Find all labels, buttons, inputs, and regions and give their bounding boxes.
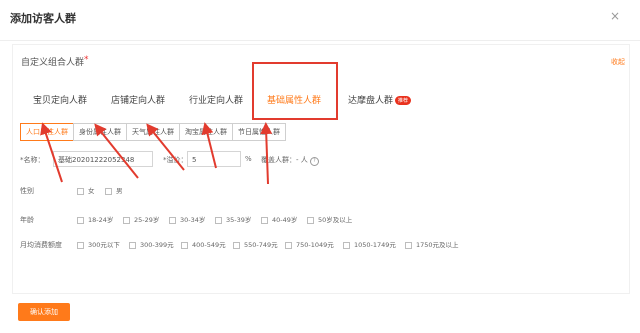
tab-shop-targeting[interactable]: 店铺定向人群 [111,93,165,106]
subtab-holiday[interactable]: 节日属性人群 [232,123,286,141]
checkbox-icon[interactable] [343,241,350,249]
annotation-highlight-box [252,62,338,120]
premium-label: *溢价： [163,156,188,164]
spend-label: 月均消费额度 [20,241,62,249]
tab-damo-pan-label: 达摩盘人群 [348,96,394,106]
combo-title: 自定义组合人群* [21,55,89,68]
option-label: 300元以下 [88,241,120,249]
required-mark: * [84,55,89,65]
age-option-6[interactable]: 50岁及以上 [307,214,352,224]
option-label: 1750元及以上 [416,241,459,249]
modal-header: 添加访客人群 × [0,0,640,41]
option-label: 750-1049元 [296,241,334,249]
option-label: 35-39岁 [226,216,252,224]
tab-item-targeting[interactable]: 宝贝定向人群 [33,93,87,106]
age-option-5[interactable]: 40-49岁 [261,214,297,224]
collapse-link[interactable]: 收起 [611,57,625,67]
age-option-3[interactable]: 30-34岁 [169,214,205,224]
premium-suffix: % [245,155,252,163]
option-label: 40-49岁 [272,216,298,224]
option-label: 300-399元 [140,241,174,249]
tab-damo-pan[interactable]: 达摩盘人群 推荐 [348,93,412,106]
option-label: 400-549元 [192,241,226,249]
checkbox-icon[interactable] [307,216,314,224]
checkbox-icon[interactable] [129,241,136,249]
tab-industry-targeting[interactable]: 行业定向人群 [189,93,243,106]
combo-title-text: 自定义组合人群 [21,58,85,68]
coverage-value: - 人 [296,156,308,164]
option-label: 女 [88,187,95,195]
spend-option-2[interactable]: 300-399元 [129,239,174,249]
help-icon[interactable]: ? [309,157,319,166]
checkbox-icon[interactable] [233,241,240,249]
subtab-weather[interactable]: 天气属性人群 [126,123,180,141]
spend-option-4[interactable]: 550-749元 [233,239,278,249]
option-label: 18-24岁 [88,216,114,224]
age-option-4[interactable]: 35-39岁 [215,214,251,224]
name-label: *名称： [20,156,45,164]
checkbox-icon[interactable] [261,216,268,224]
coverage-label: 覆盖人群： [261,156,296,164]
spend-option-6[interactable]: 1050-1749元 [343,239,396,249]
checkbox-icon[interactable] [169,216,176,224]
subtab-taobao[interactable]: 淘宝属性人群 [179,123,233,141]
checkbox-icon[interactable] [123,216,130,224]
subtab-demographic[interactable]: 人口属性人群 [20,123,74,141]
age-option-1[interactable]: 18-24岁 [77,214,113,224]
premium-input[interactable]: 5 [187,151,241,167]
checkbox-icon[interactable] [215,216,222,224]
close-icon[interactable]: × [610,9,620,23]
age-label: 年龄 [20,216,34,224]
gender-option-female[interactable]: 女 [77,185,95,195]
subtab-identity[interactable]: 身份属性人群 [73,123,127,141]
gender-label: 性别 [20,187,34,195]
checkbox-icon[interactable] [77,241,84,249]
spend-option-7[interactable]: 1750元及以上 [405,239,459,249]
age-option-2[interactable]: 25-29岁 [123,214,159,224]
modal-title: 添加访客人群 [10,12,76,25]
option-label: 550-749元 [244,241,278,249]
spend-option-1[interactable]: 300元以下 [77,239,120,249]
option-label: 25-29岁 [134,216,160,224]
option-label: 男 [116,187,123,195]
content-panel: 自定义组合人群* 收起 宝贝定向人群 店铺定向人群 行业定向人群 基础属性人群 … [12,44,630,294]
spend-option-3[interactable]: 400-549元 [181,239,226,249]
coverage-info: 覆盖人群：- 人? [261,155,319,166]
checkbox-icon[interactable] [77,187,84,195]
checkbox-icon[interactable] [405,241,412,249]
option-label: 30-34岁 [180,216,206,224]
checkbox-icon[interactable] [105,187,112,195]
spend-option-5[interactable]: 750-1049元 [285,239,334,249]
option-label: 50岁及以上 [318,216,353,224]
checkbox-icon[interactable] [181,241,188,249]
checkbox-icon[interactable] [285,241,292,249]
checkbox-icon[interactable] [77,216,84,224]
option-label: 1050-1749元 [354,241,396,249]
gender-option-male[interactable]: 男 [105,185,123,195]
recommend-badge: 推荐 [395,96,412,105]
name-input[interactable]: 基础20201222052348 [53,151,153,167]
confirm-add-button[interactable]: 确认添加 [18,303,70,321]
